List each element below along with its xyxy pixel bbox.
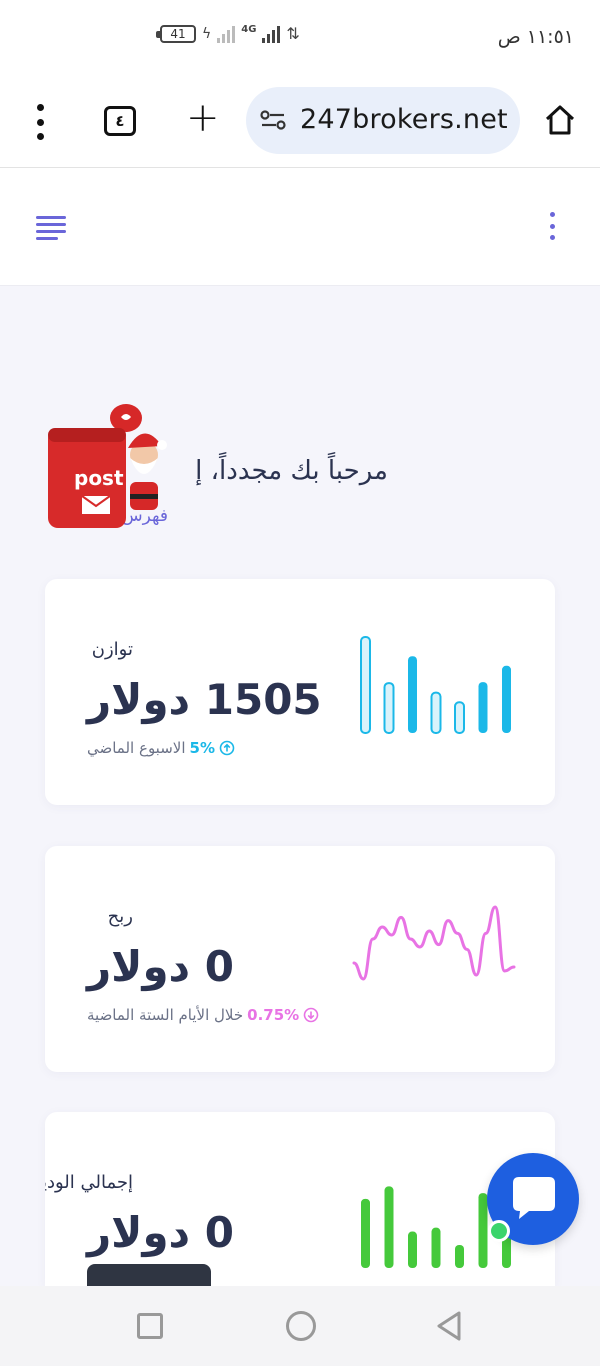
card-label: توازن — [91, 639, 133, 660]
tab-count: ٤ — [115, 112, 125, 130]
profit-series-line — [352, 905, 516, 981]
svg-text:post: post — [74, 466, 124, 490]
balance-bar-2 — [383, 682, 395, 734]
balance-bar-chart — [360, 636, 511, 734]
more-vert-icon[interactable] — [28, 104, 52, 140]
santa-postbox-sticker: post — [48, 404, 167, 528]
balance-bar-7 — [502, 665, 511, 733]
browser-toolbar: ٤ + 247brokers.net — [0, 74, 600, 168]
battery-icon: 41 — [156, 24, 196, 43]
card-value: 0 دولار — [87, 1208, 234, 1257]
deposit-action-button[interactable] — [87, 1264, 211, 1286]
charging-icon: ϟ — [202, 25, 212, 42]
tabs-button[interactable]: ٤ — [104, 106, 136, 136]
balance-bar-3 — [408, 656, 417, 733]
deposit-bar-1 — [361, 1198, 370, 1268]
deposit-card: إجمالي الوديعة 0 دولار — [45, 1112, 555, 1286]
system-nav-bar — [0, 1286, 600, 1366]
balance-bar-6 — [478, 682, 488, 733]
welcome-title: مرحباً بك مجدداً، إ — [195, 456, 388, 486]
balance-card: توازن 1505 دولار 5% الاسبوع الماضي — [45, 579, 555, 805]
card-value: 1505 دولار — [87, 675, 322, 724]
address-bar[interactable]: 247brokers.net — [246, 87, 520, 154]
app-header — [0, 168, 600, 286]
recent-apps-icon[interactable] — [137, 1313, 163, 1339]
change-text: خلال الأيام الستة الماضية — [87, 1006, 244, 1024]
more-vert-icon[interactable] — [548, 212, 556, 240]
status-icons: 41 ϟ 4G ⇅ — [156, 24, 300, 43]
card-label: ربح — [107, 906, 133, 927]
home-icon[interactable] — [542, 102, 578, 138]
url-text[interactable]: 247brokers.net — [300, 104, 508, 135]
balance-bar-5 — [454, 701, 465, 734]
deposit-bar-3 — [408, 1231, 417, 1268]
deposit-bar-4 — [431, 1227, 441, 1268]
arrow-up-circle-icon — [219, 740, 235, 756]
change-percent: 0.75% — [247, 1006, 300, 1024]
profit-card: ربح 0 دولار 0.75% خلال الأيام الستة الما… — [45, 846, 555, 1072]
change-percent: 5% — [189, 739, 215, 757]
card-change: 5% الاسبوع الماضي — [87, 739, 235, 757]
status-time: ١١:٥١ ص — [497, 26, 574, 48]
card-label: إجمالي الوديعة — [45, 1172, 133, 1193]
card-value: 0 دولار — [87, 942, 234, 991]
card-change: 0.75% خلال الأيام الستة الماضية — [87, 1006, 319, 1024]
profit-line-chart — [352, 905, 516, 981]
site-settings-icon[interactable] — [260, 109, 288, 131]
deposit-bar-2 — [384, 1186, 394, 1268]
back-triangle-icon[interactable] — [434, 1310, 464, 1342]
balance-bar-1 — [360, 636, 371, 734]
home-circle-icon[interactable] — [286, 1311, 316, 1341]
signal-icon — [217, 25, 236, 43]
signal-icon-2 — [262, 25, 281, 43]
online-status-dot — [488, 1220, 510, 1242]
deposit-bar-5 — [455, 1244, 464, 1268]
arrow-down-circle-icon — [303, 1007, 319, 1023]
status-bar: 41 ϟ 4G ⇅ ١١:٥١ ص — [0, 0, 600, 74]
change-text: الاسبوع الماضي — [87, 739, 186, 757]
balance-bar-4 — [430, 691, 442, 734]
data-transfer-icon: ⇅ — [286, 24, 300, 43]
plus-icon[interactable]: + — [186, 96, 220, 140]
network-type: 4G — [241, 24, 257, 35]
battery-level: 41 — [170, 26, 186, 41]
hamburger-menu-icon[interactable] — [36, 216, 66, 240]
